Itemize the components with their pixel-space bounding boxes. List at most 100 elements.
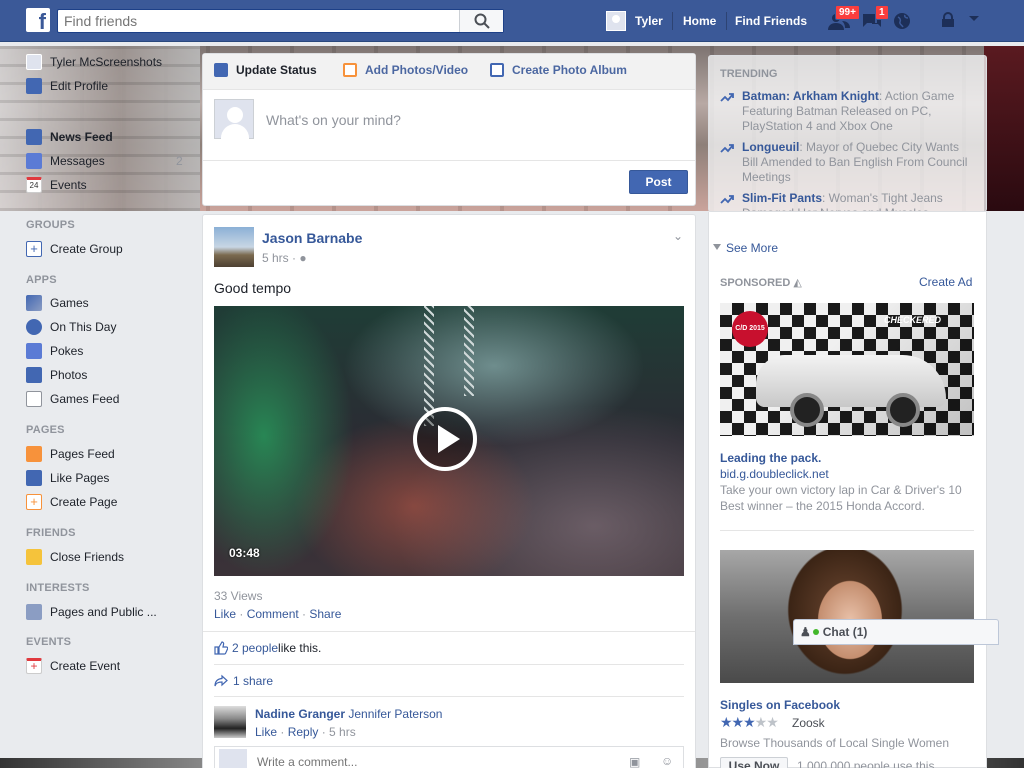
sidebar-item-messages[interactable]: Messages	[26, 152, 105, 170]
tab-label: Update Status	[236, 63, 317, 77]
comment-author[interactable]: Nadine Granger	[255, 707, 345, 721]
trending-item[interactable]: Batman: Arkham Knight: Action Game Featu…	[720, 89, 974, 134]
tab-create-album[interactable]: Create Photo Album	[490, 63, 627, 77]
chat-tab[interactable]: ♟ Chat (1)	[793, 619, 999, 645]
comment-actions: Like · Reply · 5 hrs	[255, 725, 356, 739]
ad-image[interactable]: C/D 2015 CHECKERED	[720, 303, 974, 436]
sidebar-item-label: Like Pages	[50, 471, 110, 485]
plus-icon: +	[26, 494, 42, 510]
tab-label: Create Photo Album	[512, 63, 627, 77]
status-input[interactable]: What's on your mind?	[266, 112, 401, 128]
clock-icon	[26, 319, 42, 335]
account-menu[interactable]	[968, 12, 990, 30]
search-button[interactable]	[459, 10, 503, 32]
ad-title[interactable]: Leading the pack.	[720, 451, 821, 465]
person-icon: ♟	[800, 625, 811, 639]
notifications-jewel[interactable]	[893, 12, 915, 30]
trending-heading: TRENDING	[720, 68, 778, 80]
ad-title[interactable]: Singles on Facebook	[720, 698, 840, 712]
divider	[214, 664, 684, 665]
like-link[interactable]: Like	[214, 607, 236, 621]
checkered-event-logo: CHECKERED	[884, 315, 942, 325]
sidebar-item-games[interactable]: Games	[26, 294, 89, 312]
sidebar-item-label: Messages	[50, 154, 105, 168]
home-link[interactable]: Home	[683, 14, 716, 28]
emoji-icon[interactable]: ☺	[661, 754, 673, 768]
sidebar-item-events[interactable]: 24 Events	[26, 176, 87, 194]
messages-icon	[26, 153, 42, 169]
comment-like-link[interactable]: Like	[255, 725, 277, 739]
tab-add-photos[interactable]: Add Photos/Video	[343, 63, 468, 77]
comment-reply-link[interactable]: Reply	[288, 725, 319, 739]
sidebar-item-label: Pages Feed	[50, 447, 115, 461]
privacy-shortcuts[interactable]	[940, 12, 962, 30]
see-more-link[interactable]: See More	[712, 241, 778, 255]
avatar	[219, 749, 247, 768]
comment-link[interactable]: Comment	[247, 607, 299, 621]
ad-brand: Zoosk	[792, 716, 825, 730]
sidebar-item-edit-profile[interactable]: Edit Profile	[26, 77, 108, 95]
games-icon	[26, 295, 42, 311]
sidebar-item-on-this-day[interactable]: On This Day	[26, 318, 116, 336]
sidebar-item-pages-public[interactable]: Pages and Public ...	[26, 603, 157, 621]
likes-count-link[interactable]: 2 people	[232, 641, 278, 655]
video-player[interactable]: 03:48	[214, 306, 684, 576]
find-friends-link[interactable]: Find Friends	[735, 14, 807, 28]
share-link[interactable]: Share	[309, 607, 341, 621]
comment-input[interactable]	[257, 753, 577, 768]
sidebar-item-pages-feed[interactable]: Pages Feed	[26, 445, 115, 463]
camera-icon[interactable]: ▣	[629, 755, 640, 768]
trending-item[interactable]: Slim-Fit Pants: Woman's Tight Jeans Dama…	[720, 191, 974, 211]
sidebar-item-create-group[interactable]: + Create Group	[26, 240, 123, 258]
messages-jewel[interactable]: 1	[861, 5, 889, 30]
sidebar-item-photos[interactable]: Photos	[26, 366, 87, 384]
friend-requests-jewel[interactable]: 99+	[828, 5, 860, 30]
shares-summary: 1 share	[214, 674, 273, 688]
create-ad-link[interactable]: Create Ad	[919, 275, 972, 289]
tab-update-status[interactable]: Update Status	[214, 63, 317, 77]
composer-footer	[203, 160, 695, 206]
plus-icon: +	[26, 241, 42, 257]
comment-mention[interactable]: Jennifer Paterson	[348, 707, 442, 721]
sidebar-item-create-event[interactable]: + Create Event	[26, 657, 120, 675]
post-button[interactable]: Post	[629, 170, 688, 194]
sidebar-item-news-feed[interactable]: News Feed	[26, 128, 113, 146]
sidebar-item-games-feed[interactable]: Games Feed	[26, 390, 119, 408]
avatar[interactable]	[214, 706, 246, 738]
story-timestamp[interactable]: 5 hrs · ●	[262, 251, 307, 265]
feed-icon	[26, 604, 42, 620]
facebook-logo[interactable]: f	[26, 8, 50, 32]
section-heading-groups: GROUPS	[26, 219, 75, 231]
sidebar-item-label: Close Friends	[50, 550, 125, 564]
chevron-down-icon[interactable]: ⌄	[673, 229, 685, 243]
section-heading-pages: PAGES	[26, 424, 65, 436]
stage-truss	[424, 306, 434, 426]
sidebar-item-create-page[interactable]: + Create Page	[26, 493, 117, 511]
divider	[726, 12, 727, 30]
use-now-button[interactable]: Use Now	[720, 757, 788, 768]
sidebar-item-label: Create Group	[50, 242, 123, 256]
avatar[interactable]	[214, 227, 254, 267]
sidebar-item-close-friends[interactable]: Close Friends	[26, 548, 124, 566]
sidebar-item-like-pages[interactable]: Like Pages	[26, 469, 109, 487]
comment-time: 5 hrs	[329, 725, 356, 739]
sidebar-item-label: On This Day	[50, 320, 117, 334]
thumbs-up-icon	[214, 641, 228, 655]
search-input[interactable]	[58, 10, 458, 32]
story-author[interactable]: Jason Barnabe	[262, 230, 362, 246]
play-icon[interactable]	[413, 407, 477, 471]
likes-summary: 2 people like this.	[214, 641, 321, 655]
comment-box: ▣ ☺	[214, 746, 684, 768]
trending-item[interactable]: Longueuil: Mayor of Quebec City Wants Bi…	[720, 140, 974, 185]
shares-link[interactable]: 1 share	[233, 674, 273, 688]
album-icon	[490, 63, 504, 77]
sidebar-item-profile[interactable]: Tyler McScreenshots	[26, 53, 162, 71]
calendar-plus-icon: +	[26, 658, 42, 674]
pencil-icon	[214, 63, 228, 77]
avatar	[26, 54, 42, 70]
profile-link[interactable]: Tyler	[606, 11, 663, 31]
sidebar-item-pokes[interactable]: Pokes	[26, 342, 83, 360]
camera-icon	[343, 63, 357, 77]
ad-image[interactable]	[720, 550, 974, 683]
ad-domain[interactable]: bid.g.doubleclick.net	[720, 467, 829, 481]
